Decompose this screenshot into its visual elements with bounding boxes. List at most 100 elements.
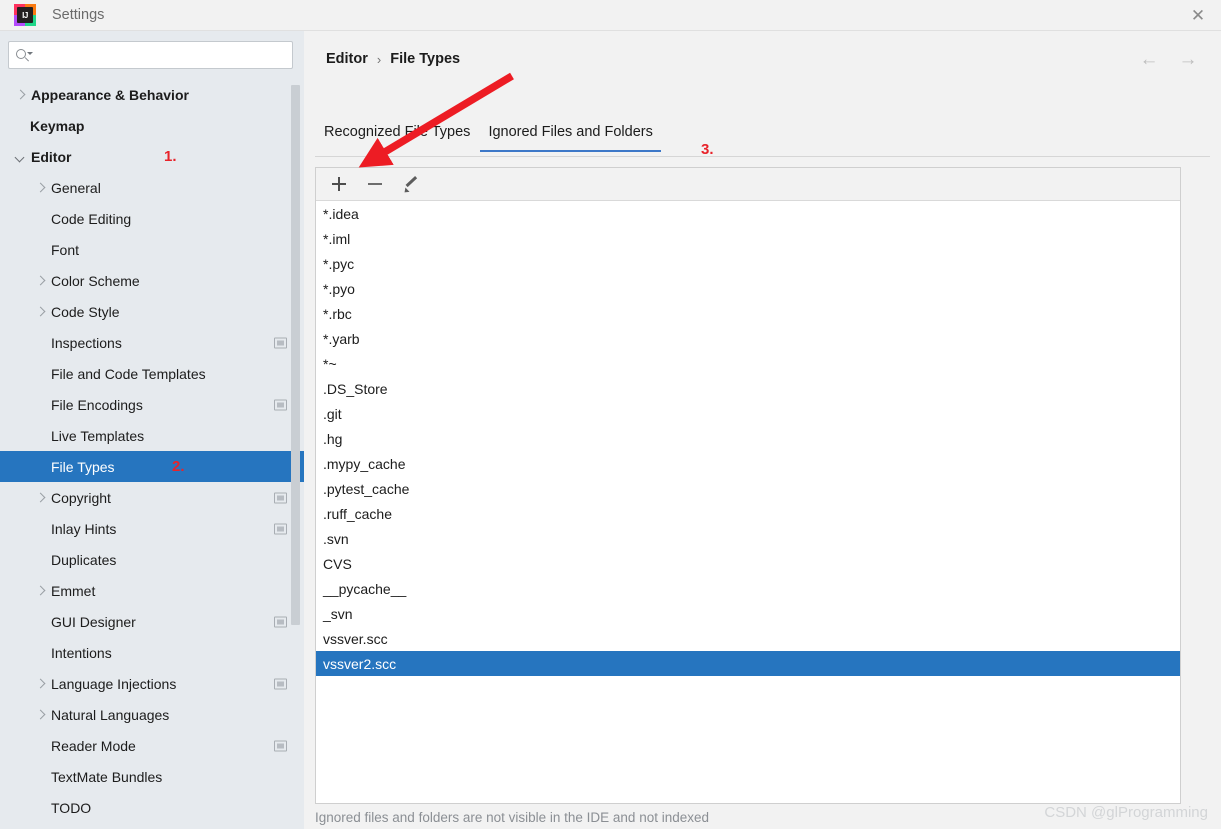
chevron-right-icon[interactable] bbox=[36, 493, 45, 502]
sidebar-item-code-style[interactable]: Code Style bbox=[0, 296, 304, 327]
sidebar-item-label: Editor bbox=[31, 148, 72, 165]
chevron-right-icon[interactable] bbox=[36, 586, 45, 595]
sidebar-item-file-types[interactable]: File Types 2. bbox=[0, 451, 304, 482]
list-item[interactable]: .ruff_cache bbox=[316, 501, 1180, 526]
list-item-label: .ruff_cache bbox=[323, 505, 393, 522]
list-item-label: *.pyc bbox=[323, 255, 355, 272]
list-item-label: *.idea bbox=[323, 205, 359, 222]
modified-indicator-icon bbox=[274, 399, 287, 410]
sidebar-item-todo[interactable]: TODO bbox=[0, 792, 304, 823]
sidebar-item-inspections[interactable]: Inspections bbox=[0, 327, 304, 358]
sidebar-scrollbar[interactable] bbox=[291, 85, 300, 740]
sidebar-item-emmet[interactable]: Emmet bbox=[0, 575, 304, 606]
ignored-list-panel: *.idea *.iml *.pyc *.pyo *.rbc *.yarb *~ .DS_St… bbox=[315, 167, 1181, 804]
sidebar-item-live-templates[interactable]: Live Templates bbox=[0, 420, 304, 451]
sidebar-item-duplicates[interactable]: Duplicates bbox=[0, 544, 304, 575]
list-item-label: *.yarb bbox=[323, 330, 360, 347]
list-item[interactable]: .svn bbox=[316, 526, 1180, 551]
edit-button[interactable] bbox=[398, 172, 423, 197]
watermark: CSDN @glProgramming bbox=[1044, 804, 1208, 821]
ignored-files-list[interactable]: *.idea *.iml *.pyc *.pyo *.rbc *.yarb *~ .DS_St… bbox=[316, 201, 1180, 803]
sidebar-item-font[interactable]: Font bbox=[0, 234, 304, 265]
chevron-right-icon[interactable] bbox=[36, 710, 45, 719]
sidebar-item-general[interactable]: General bbox=[0, 172, 304, 203]
sidebar-item-label: Duplicates bbox=[51, 551, 117, 568]
sidebar-item-natural-languages[interactable]: Natural Languages bbox=[0, 699, 304, 730]
sidebar-item-file-encodings[interactable]: File Encodings bbox=[0, 389, 304, 420]
sidebar-item-label: Language Injections bbox=[51, 675, 177, 692]
sidebar-item-textmate-bundles[interactable]: TextMate Bundles bbox=[0, 761, 304, 792]
tab-bar: Recognized File Types Ignored Files and F… bbox=[315, 124, 1210, 157]
list-item[interactable]: .DS_Store bbox=[316, 376, 1180, 401]
sidebar-item-label: Font bbox=[51, 241, 80, 258]
sidebar-item-intentions[interactable]: Intentions bbox=[0, 637, 304, 668]
breadcrumb-root[interactable]: Editor bbox=[326, 51, 368, 67]
list-item[interactable]: vssver.scc bbox=[316, 626, 1180, 651]
list-item-label: *.rbc bbox=[323, 305, 352, 322]
list-item[interactable]: .git bbox=[316, 401, 1180, 426]
settings-main-panel: Editor › File Types ← → Recognized File … bbox=[304, 31, 1221, 829]
intellij-logo-icon: IJ bbox=[14, 4, 36, 26]
arrow-left-icon[interactable]: ← bbox=[1138, 48, 1160, 70]
chevron-down-icon[interactable] bbox=[16, 152, 25, 161]
sidebar-item-label: GUI Designer bbox=[51, 613, 136, 630]
sidebar-item-label: Reader Mode bbox=[51, 737, 136, 754]
list-hint-text: Ignored files and folders are not visibl… bbox=[315, 810, 709, 825]
breadcrumb-leaf: File Types bbox=[390, 51, 461, 67]
list-item-label: .DS_Store bbox=[323, 380, 388, 397]
sidebar-item-file-and-code-templates[interactable]: File and Code Templates bbox=[0, 358, 304, 389]
sidebar-item-gui-designer[interactable]: GUI Designer bbox=[0, 606, 304, 637]
sidebar-item-label: General bbox=[51, 179, 101, 196]
sidebar-item-appearance-behavior[interactable]: Appearance & Behavior bbox=[0, 79, 304, 110]
list-item[interactable]: *.iml bbox=[316, 226, 1180, 251]
list-item[interactable]: vssver2.scc bbox=[316, 651, 1180, 676]
list-item[interactable]: *.rbc bbox=[316, 301, 1180, 326]
breadcrumb-separator-icon: › bbox=[376, 51, 382, 67]
list-item[interactable]: .mypy_cache bbox=[316, 451, 1180, 476]
list-item[interactable]: _svn bbox=[316, 601, 1180, 626]
list-item[interactable]: *.yarb bbox=[316, 326, 1180, 351]
sidebar-item-reader-mode[interactable]: Reader Mode bbox=[0, 730, 304, 761]
sidebar-item-keymap[interactable]: Keymap bbox=[0, 110, 304, 141]
list-item[interactable]: *.idea bbox=[316, 201, 1180, 226]
chevron-right-icon[interactable] bbox=[36, 679, 45, 688]
sidebar-item-code-editing[interactable]: Code Editing bbox=[0, 203, 304, 234]
sidebar-item-label: File Encodings bbox=[51, 396, 143, 413]
list-item[interactable]: *~ bbox=[316, 351, 1180, 376]
sidebar-item-language-injections[interactable]: Language Injections bbox=[0, 668, 304, 699]
sidebar-item-label: TextMate Bundles bbox=[51, 768, 163, 785]
list-item[interactable]: .pytest_cache bbox=[316, 476, 1180, 501]
tab-ignored-files-and-folders[interactable]: Ignored Files and Folders bbox=[479, 124, 662, 152]
settings-tree: Appearance & Behavior Keymap Editor 1. Gener… bbox=[0, 79, 304, 823]
chevron-right-icon[interactable] bbox=[36, 183, 45, 192]
search-box[interactable] bbox=[8, 41, 293, 69]
list-item[interactable]: *.pyc bbox=[316, 251, 1180, 276]
list-item[interactable]: CVS bbox=[316, 551, 1180, 576]
add-button[interactable] bbox=[326, 172, 351, 197]
chevron-right-icon[interactable] bbox=[36, 307, 45, 316]
list-item-label: .pytest_cache bbox=[323, 480, 410, 497]
arrow-right-icon[interactable]: → bbox=[1177, 48, 1199, 70]
close-icon[interactable]: ✕ bbox=[1175, 0, 1221, 31]
sidebar-item-label: TODO bbox=[51, 799, 92, 816]
search-input[interactable] bbox=[33, 47, 285, 63]
settings-sidebar: Appearance & Behavior Keymap Editor 1. Gener… bbox=[0, 31, 304, 829]
logo-text: IJ bbox=[17, 7, 33, 23]
tab-recognized-file-types[interactable]: Recognized File Types bbox=[315, 124, 479, 151]
sidebar-item-copyright[interactable]: Copyright bbox=[0, 482, 304, 513]
list-item[interactable]: *.pyo bbox=[316, 276, 1180, 301]
search-icon bbox=[16, 48, 33, 63]
window-title: Settings bbox=[52, 7, 105, 23]
list-item-label: vssver2.scc bbox=[323, 655, 397, 672]
tab-label: Recognized File Types bbox=[324, 124, 471, 140]
chevron-right-icon[interactable] bbox=[36, 276, 45, 285]
sidebar-item-editor[interactable]: Editor 1. bbox=[0, 141, 304, 172]
list-item[interactable]: __pycache__ bbox=[316, 576, 1180, 601]
annotation-2: 2. bbox=[172, 458, 185, 475]
sidebar-scrollbar-thumb[interactable] bbox=[291, 85, 300, 625]
sidebar-item-inlay-hints[interactable]: Inlay Hints bbox=[0, 513, 304, 544]
remove-button[interactable] bbox=[362, 172, 387, 197]
sidebar-item-color-scheme[interactable]: Color Scheme bbox=[0, 265, 304, 296]
chevron-right-icon[interactable] bbox=[16, 90, 25, 99]
list-item[interactable]: .hg bbox=[316, 426, 1180, 451]
